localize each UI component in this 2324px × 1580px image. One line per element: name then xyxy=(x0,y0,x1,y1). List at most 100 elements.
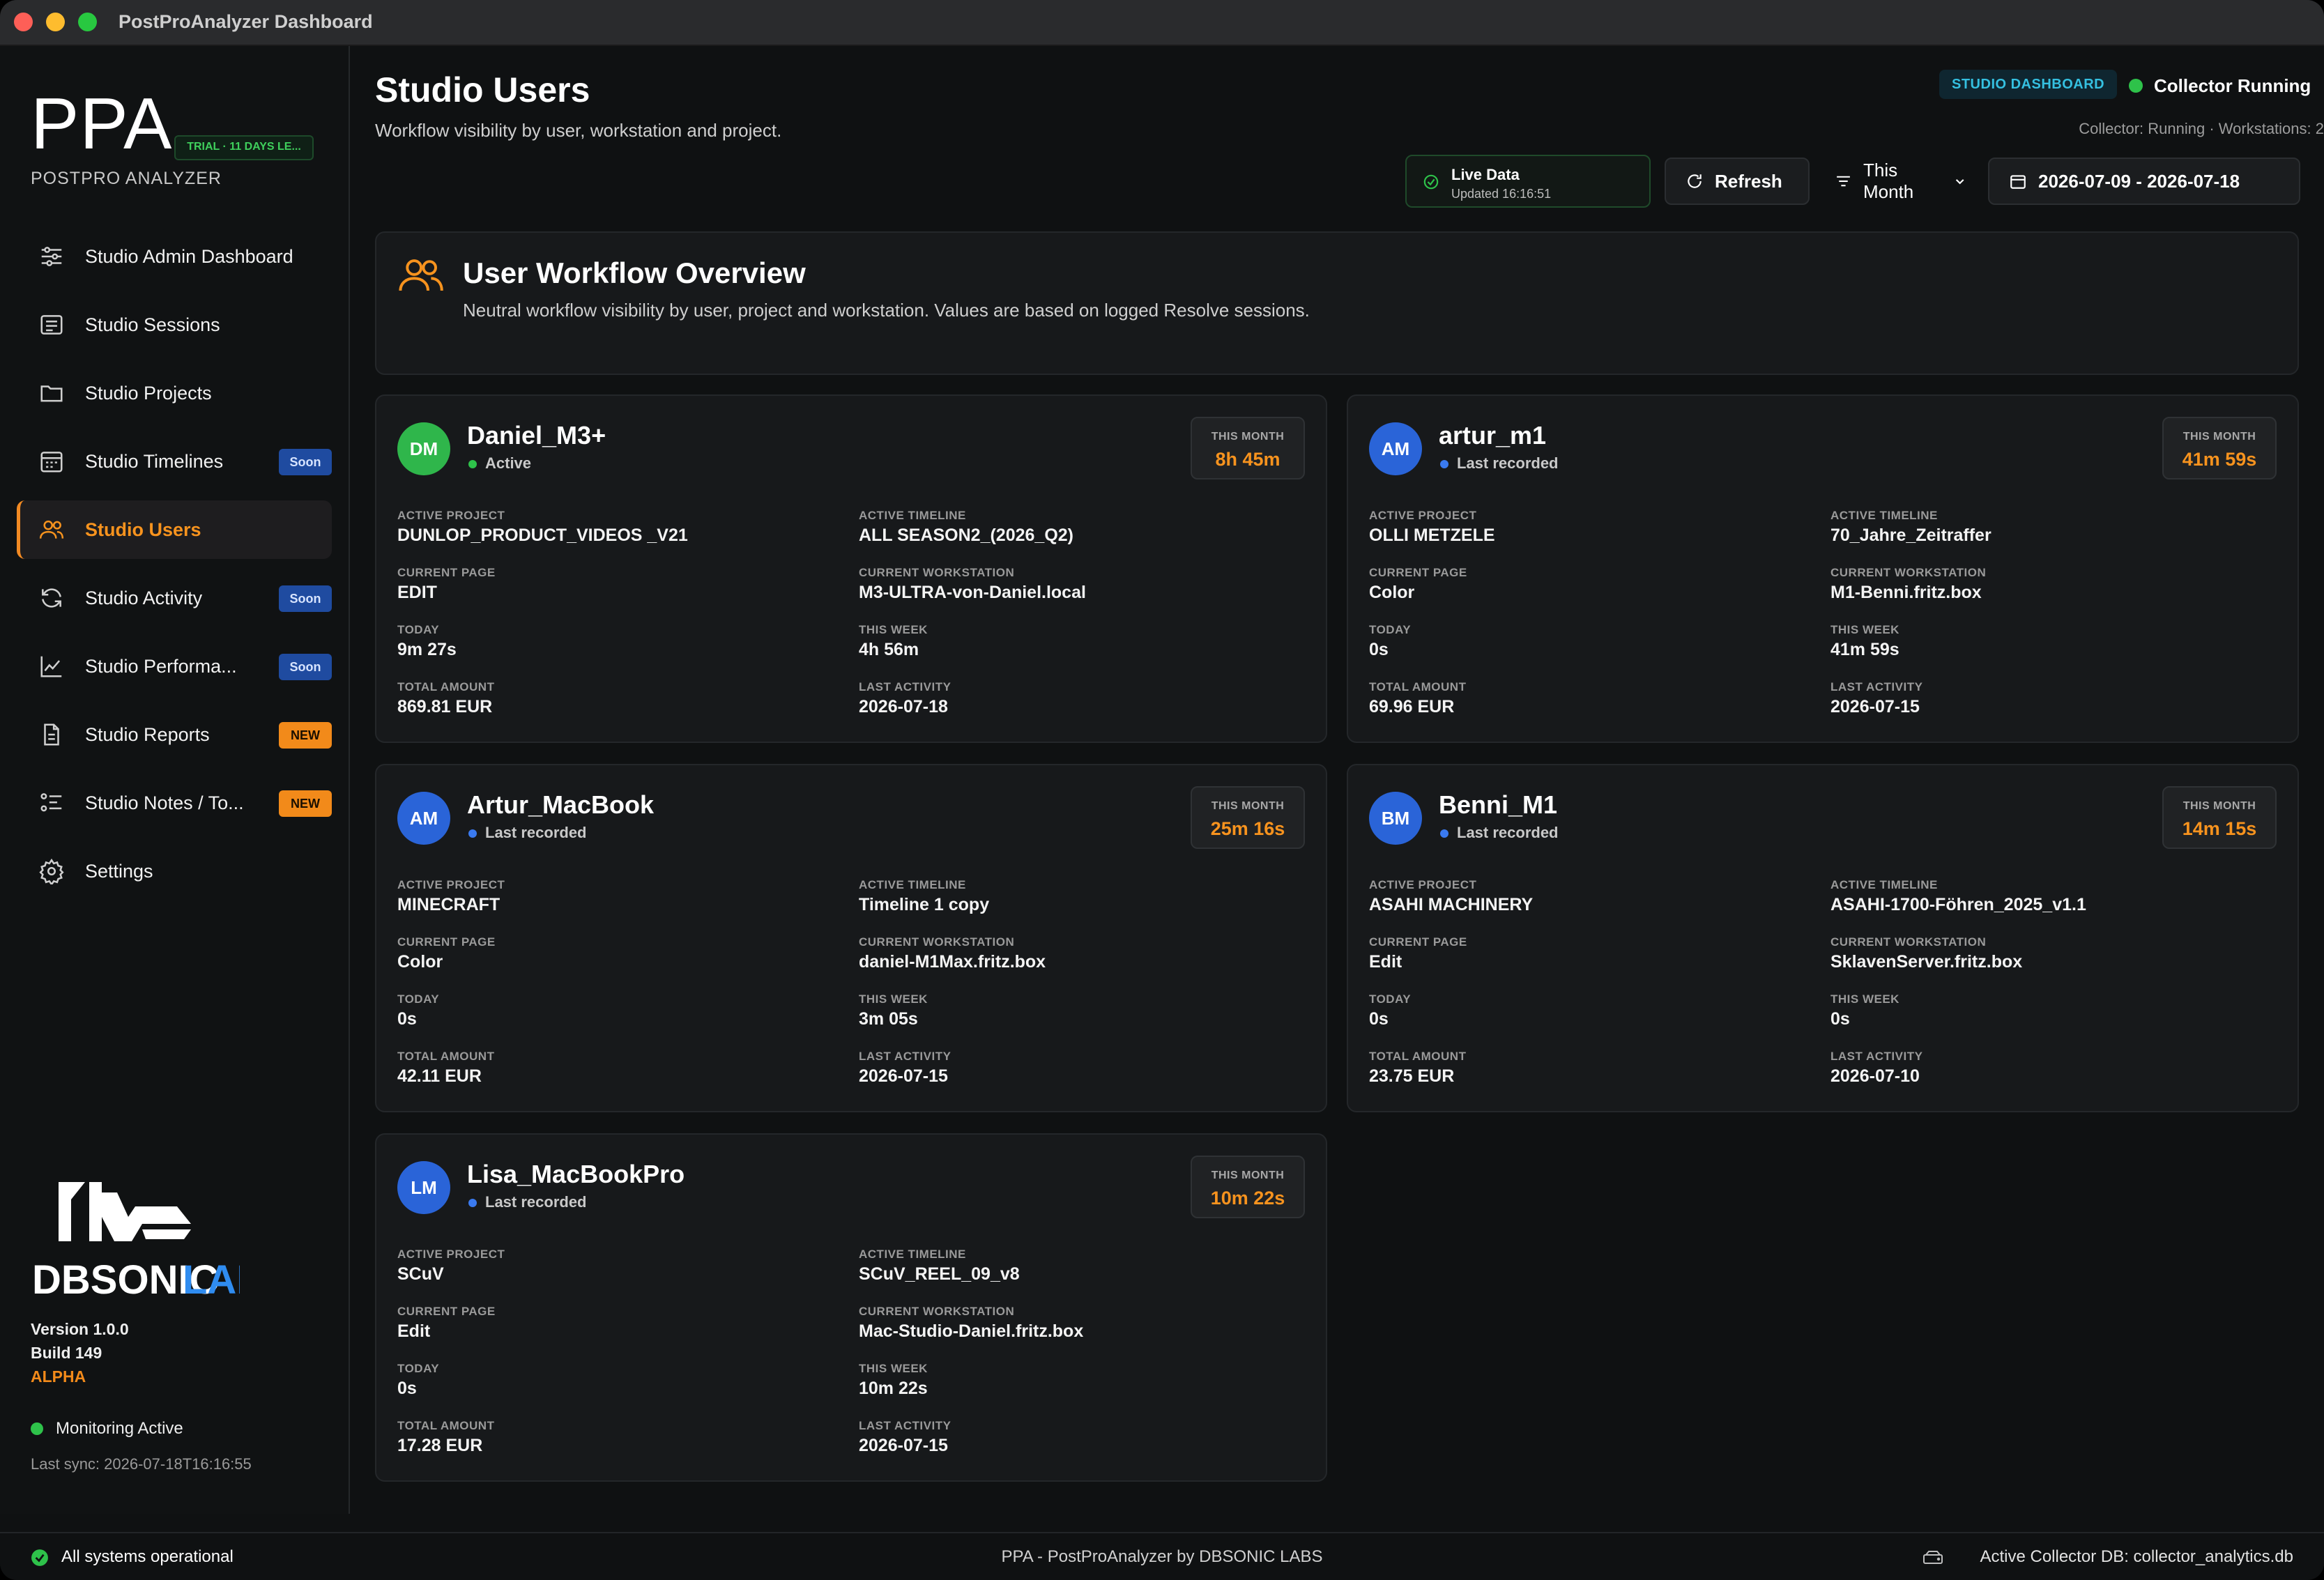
avatar: AM xyxy=(397,792,450,845)
check-circle-icon xyxy=(1423,174,1439,190)
user-name: Benni_M1 xyxy=(1439,790,1558,819)
field-value-today: 9m 27s xyxy=(397,640,457,659)
field-label-this-week: THIS WEEK xyxy=(1830,992,1899,1006)
field-value-active-project: DUNLOP_PRODUCT_VIDEOS _V21 xyxy=(397,526,688,545)
title-bar: PostProAnalyzer Dashboard xyxy=(0,0,2324,46)
this-month-label: THIS MONTH xyxy=(2182,431,2256,443)
sidebar-item-studio-admin-dashboard[interactable]: Studio Admin Dashboard xyxy=(17,227,332,286)
field-value-today: 0s xyxy=(1369,640,1389,659)
live-data-title: Live Data xyxy=(1451,166,1520,183)
calendar-icon xyxy=(2010,175,2026,189)
sidebar-item-label: Studio Activity xyxy=(85,587,203,608)
sidebar-item-studio-timelines[interactable]: Studio Timelines Soon xyxy=(17,432,332,491)
field-label-current-workstation: CURRENT WORKSTATION xyxy=(859,566,1015,579)
new-badge: NEW xyxy=(279,722,332,749)
chart-icon xyxy=(38,652,66,680)
database-icon xyxy=(1923,1551,1943,1564)
close-window-button[interactable] xyxy=(14,13,33,31)
field-label-today: TODAY xyxy=(1369,992,1412,1006)
user-card[interactable]: AM artur_m1 Last recorded THIS MONTH 41m 5… xyxy=(1347,394,2299,743)
filter-icon xyxy=(1837,176,1850,187)
avatar: BM xyxy=(1369,792,1422,845)
live-data-indicator[interactable]: Live Data Updated 16:16:51 xyxy=(1405,155,1651,208)
field-label-active-project: ACTIVE PROJECT xyxy=(397,1248,505,1261)
channel-label: ALPHA xyxy=(31,1367,86,1386)
date-range-picker[interactable]: 2026-07-09 - 2026-07-18 xyxy=(1988,158,2300,205)
sidebar-item-studio-performance[interactable]: Studio Performa... Soon xyxy=(17,637,332,696)
last-sync: Last sync: 2026-07-18T16:16:55 xyxy=(31,1455,252,1473)
sidebar-item-label: Settings xyxy=(85,860,153,882)
trial-badge[interactable]: TRIAL · 11 DAYS LE... xyxy=(174,135,314,160)
field-label-current-page: CURRENT PAGE xyxy=(397,935,496,949)
user-card[interactable]: DM Daniel_M3+ Active THIS MONTH 8h 45m ACT… xyxy=(375,394,1327,743)
field-label-this-week: THIS WEEK xyxy=(859,992,928,1006)
field-value-total-amount: 69.96 EUR xyxy=(1369,697,1455,716)
user-card[interactable]: BM Benni_M1 Last recorded THIS MONTH 14m 1… xyxy=(1347,764,2299,1112)
field-value-current-workstation: SklavenServer.fritz.box xyxy=(1830,952,2023,972)
app-logo: PPA xyxy=(31,84,173,164)
users-icon xyxy=(38,516,66,544)
field-label-current-workstation: CURRENT WORKSTATION xyxy=(1830,566,1987,579)
user-name: Lisa_MacBookPro xyxy=(467,1160,685,1188)
this-month-label: THIS MONTH xyxy=(1211,1169,1285,1181)
field-value-last-activity: 2026-07-15 xyxy=(859,1066,948,1086)
sidebar-item-studio-activity[interactable]: Studio Activity Soon xyxy=(17,569,332,627)
field-value-last-activity: 2026-07-18 xyxy=(859,697,948,716)
field-label-current-workstation: CURRENT WORKSTATION xyxy=(859,935,1015,949)
sidebar-item-studio-sessions[interactable]: Studio Sessions xyxy=(17,296,332,354)
document-icon xyxy=(38,721,66,749)
field-label-total-amount: TOTAL AMOUNT xyxy=(1369,1050,1467,1063)
user-status-dot xyxy=(468,829,477,838)
monitoring-status-dot xyxy=(31,1422,43,1435)
user-workflow-overview: User Workflow Overview Neutral workflow … xyxy=(375,231,2299,375)
field-label-active-project: ACTIVE PROJECT xyxy=(397,878,505,891)
user-status: Last recorded xyxy=(485,1193,587,1211)
sidebar-item-label: Studio Reports xyxy=(85,723,210,745)
active-collector-db: Active Collector DB: collector_analytics… xyxy=(1980,1547,2293,1566)
app-window: PostProAnalyzer Dashboard PPA TRIAL · 11… xyxy=(0,0,2324,1580)
field-label-today: TODAY xyxy=(1369,623,1412,636)
field-value-this-week: 10m 22s xyxy=(859,1379,928,1398)
field-label-current-workstation: CURRENT WORKSTATION xyxy=(859,1305,1015,1318)
sidebar-item-label: Studio Users xyxy=(85,519,201,540)
minimize-window-button[interactable] xyxy=(46,13,65,31)
field-label-active-project: ACTIVE PROJECT xyxy=(1369,509,1477,522)
sidebar-item-settings[interactable]: Settings xyxy=(17,842,332,900)
user-card[interactable]: LM Lisa_MacBookPro Last recorded THIS MONT… xyxy=(375,1133,1327,1482)
this-month-box: THIS MONTH 14m 15s xyxy=(2162,786,2277,849)
field-label-last-activity: LAST ACTIVITY xyxy=(1830,1050,1923,1063)
field-value-current-workstation: Mac-Studio-Daniel.fritz.box xyxy=(859,1321,1084,1341)
this-month-label: THIS MONTH xyxy=(1211,431,1285,443)
sidebar-item-label: Studio Notes / To... xyxy=(85,792,244,813)
zoom-window-button[interactable] xyxy=(78,13,97,31)
period-dropdown[interactable]: This Month xyxy=(1822,158,1978,205)
user-status-dot xyxy=(1440,460,1448,468)
this-month-box: THIS MONTH 41m 59s xyxy=(2162,417,2277,480)
field-value-last-activity: 2026-07-15 xyxy=(859,1436,948,1455)
sidebar-item-studio-reports[interactable]: Studio Reports NEW xyxy=(17,705,332,764)
sidebar-item-studio-projects[interactable]: Studio Projects xyxy=(17,364,332,422)
sidebar-item-studio-users[interactable]: Studio Users xyxy=(17,500,332,559)
user-card[interactable]: AM Artur_MacBook Last recorded THIS MONTH … xyxy=(375,764,1327,1112)
sidebar-item-studio-notes[interactable]: Studio Notes / To... NEW xyxy=(17,774,332,832)
field-value-total-amount: 869.81 EUR xyxy=(397,697,493,716)
avatar: DM xyxy=(397,422,450,475)
chevron-down-icon xyxy=(1955,179,1964,185)
soon-badge: Soon xyxy=(279,585,332,612)
user-status: Last recorded xyxy=(1457,454,1559,472)
field-value-last-activity: 2026-07-10 xyxy=(1830,1066,1920,1086)
user-status-dot xyxy=(468,1199,477,1207)
field-value-active-timeline: SCuV_REEL_09_v8 xyxy=(859,1264,1020,1284)
page-title: Studio Users xyxy=(375,70,590,109)
field-label-total-amount: TOTAL AMOUNT xyxy=(397,1419,495,1432)
build-label: Build 149 xyxy=(31,1344,102,1362)
field-value-today: 0s xyxy=(397,1009,417,1029)
field-value-active-timeline: Timeline 1 copy xyxy=(859,895,990,914)
refresh-icon xyxy=(38,584,66,612)
field-label-last-activity: LAST ACTIVITY xyxy=(859,1419,951,1432)
collector-meta: Collector: Running · Workstations: 2 xyxy=(2079,120,2324,137)
refresh-button[interactable]: Refresh xyxy=(1665,158,1810,205)
field-label-today: TODAY xyxy=(397,992,440,1006)
users-icon xyxy=(399,259,443,291)
field-value-active-timeline: ALL SEASON2_(2026_Q2) xyxy=(859,526,1073,545)
